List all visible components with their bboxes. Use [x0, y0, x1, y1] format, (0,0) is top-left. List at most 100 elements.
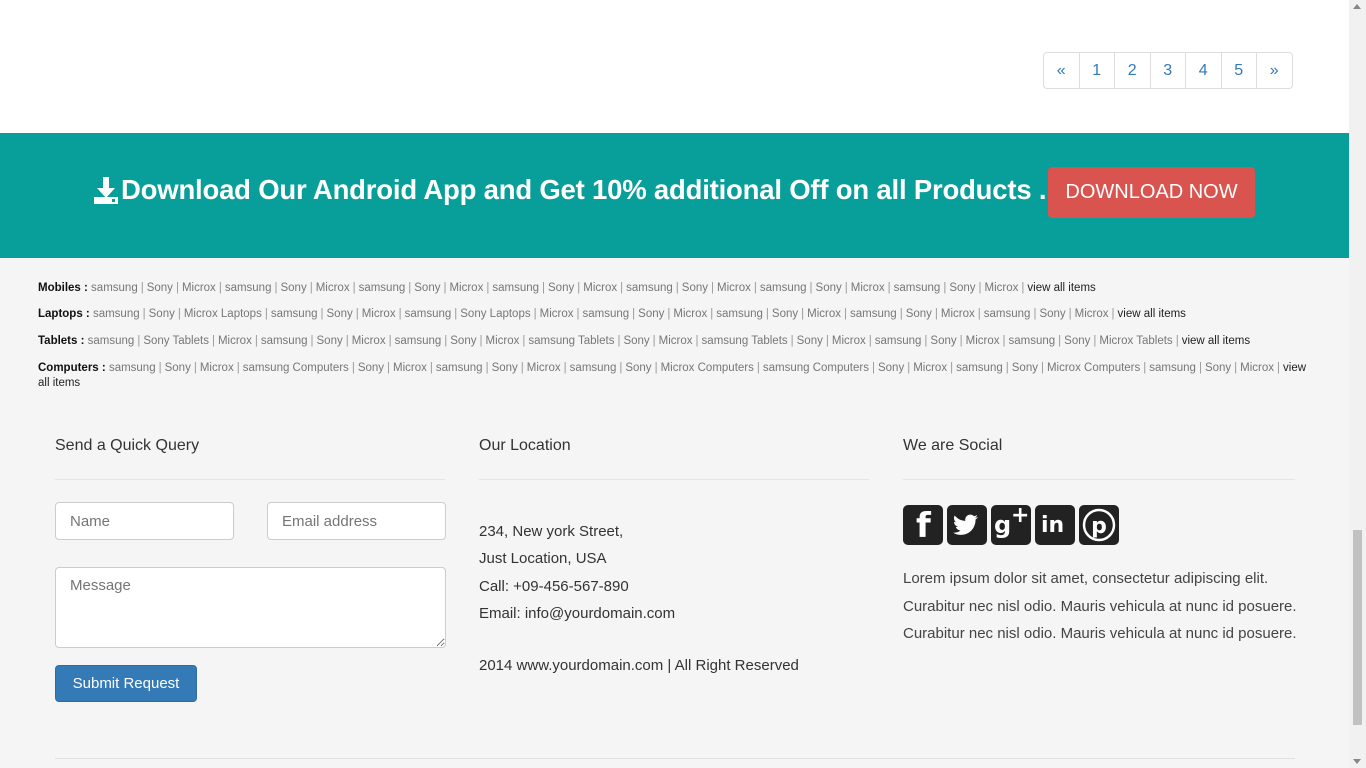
- scrollbar[interactable]: [1349, 0, 1366, 768]
- category-link[interactable]: Microx: [393, 362, 427, 374]
- view-all-link[interactable]: view all items: [1182, 335, 1250, 347]
- category-link[interactable]: Sony: [623, 335, 649, 347]
- category-link[interactable]: Microx Computers: [661, 362, 754, 374]
- scroll-down-icon[interactable]: [1353, 759, 1361, 764]
- pagination-page-2[interactable]: 2: [1114, 52, 1151, 89]
- category-link[interactable]: samsung: [1149, 362, 1196, 374]
- category-link[interactable]: Microx: [218, 335, 252, 347]
- category-link[interactable]: samsung: [570, 362, 617, 374]
- name-field[interactable]: [55, 502, 234, 540]
- category-link[interactable]: Sony: [816, 282, 842, 294]
- category-link[interactable]: Microx: [352, 335, 386, 347]
- category-link[interactable]: Microx: [1240, 362, 1274, 374]
- category-link[interactable]: Microx: [851, 282, 885, 294]
- category-link[interactable]: samsung Tablets: [528, 335, 614, 347]
- view-all-link[interactable]: view all items: [1027, 282, 1095, 294]
- category-link[interactable]: samsung Computers: [243, 362, 349, 374]
- category-link[interactable]: Microx: [807, 308, 841, 320]
- pagination-page-5[interactable]: 5: [1220, 52, 1257, 89]
- category-link[interactable]: samsung: [395, 335, 442, 347]
- category-link[interactable]: Microx: [673, 308, 707, 320]
- category-link[interactable]: samsung: [716, 308, 763, 320]
- category-link[interactable]: Sony: [414, 282, 440, 294]
- category-link[interactable]: Sony: [878, 362, 904, 374]
- category-link[interactable]: Microx: [527, 362, 561, 374]
- category-link[interactable]: Sony: [165, 362, 191, 374]
- category-link[interactable]: samsung: [225, 282, 272, 294]
- email-field[interactable]: [267, 502, 446, 540]
- twitter-icon[interactable]: [947, 505, 987, 545]
- category-link[interactable]: Sony: [797, 335, 823, 347]
- category-link[interactable]: samsung: [88, 335, 135, 347]
- category-link[interactable]: samsung: [359, 282, 406, 294]
- category-link[interactable]: samsung: [875, 335, 922, 347]
- category-link[interactable]: Microx: [540, 308, 574, 320]
- category-link[interactable]: Sony: [548, 282, 574, 294]
- category-link[interactable]: Sony: [1205, 362, 1231, 374]
- category-link[interactable]: Sony: [358, 362, 384, 374]
- pagination-page-3[interactable]: 3: [1149, 52, 1186, 89]
- category-link[interactable]: Sony Tablets: [143, 335, 209, 347]
- category-link[interactable]: samsung: [271, 308, 318, 320]
- category-link[interactable]: samsung: [436, 362, 483, 374]
- category-link[interactable]: Sony Laptops: [460, 308, 530, 320]
- category-link[interactable]: samsung: [261, 335, 308, 347]
- category-link[interactable]: Sony: [638, 308, 664, 320]
- category-link[interactable]: Sony: [682, 282, 708, 294]
- category-link[interactable]: Sony: [317, 335, 343, 347]
- category-link[interactable]: Sony: [1064, 335, 1090, 347]
- linkedin-icon[interactable]: in: [1035, 505, 1075, 545]
- category-link[interactable]: Microx Computers: [1047, 362, 1140, 374]
- category-link[interactable]: Microx: [913, 362, 947, 374]
- view-all-link[interactable]: view all items: [1118, 308, 1186, 320]
- category-link[interactable]: samsung: [894, 282, 941, 294]
- category-link[interactable]: Microx: [1075, 308, 1109, 320]
- category-link[interactable]: Sony: [1012, 362, 1038, 374]
- download-now-button[interactable]: DOWNLOAD NOW: [1048, 167, 1255, 218]
- category-link[interactable]: Microx: [316, 282, 350, 294]
- category-link[interactable]: Sony: [906, 308, 932, 320]
- category-link[interactable]: Microx Laptops: [184, 308, 262, 320]
- category-link[interactable]: Microx: [941, 308, 975, 320]
- category-link[interactable]: Sony: [492, 362, 518, 374]
- category-link[interactable]: Sony: [450, 335, 476, 347]
- category-link[interactable]: Microx: [182, 282, 216, 294]
- category-link[interactable]: Sony: [327, 308, 353, 320]
- category-link[interactable]: samsung: [626, 282, 673, 294]
- category-link[interactable]: samsung: [984, 308, 1031, 320]
- pagination-next[interactable]: »: [1256, 52, 1293, 89]
- category-link[interactable]: Microx: [485, 335, 519, 347]
- message-field[interactable]: [55, 567, 446, 648]
- category-link[interactable]: samsung: [405, 308, 452, 320]
- pinterest-icon[interactable]: p: [1079, 505, 1119, 545]
- category-link[interactable]: Microx: [832, 335, 866, 347]
- category-link[interactable]: samsung: [91, 282, 138, 294]
- category-link[interactable]: Microx: [659, 335, 693, 347]
- category-link[interactable]: Microx: [362, 308, 396, 320]
- category-link[interactable]: samsung Computers: [763, 362, 869, 374]
- category-link[interactable]: Sony: [147, 282, 173, 294]
- category-link[interactable]: Microx: [985, 282, 1019, 294]
- category-link[interactable]: Microx: [200, 362, 234, 374]
- category-link[interactable]: Microx: [449, 282, 483, 294]
- category-link[interactable]: Microx: [717, 282, 751, 294]
- category-link[interactable]: Microx: [583, 282, 617, 294]
- google-plus-icon[interactable]: g +: [991, 505, 1031, 545]
- category-link[interactable]: Sony: [772, 308, 798, 320]
- submit-request-button[interactable]: Submit Request: [55, 665, 197, 702]
- category-link[interactable]: Sony: [149, 308, 175, 320]
- category-link[interactable]: Microx: [966, 335, 1000, 347]
- category-link[interactable]: samsung: [492, 282, 539, 294]
- category-link[interactable]: Sony: [949, 282, 975, 294]
- scrollbar-thumb[interactable]: [1353, 530, 1362, 725]
- category-link[interactable]: samsung: [582, 308, 629, 320]
- category-link[interactable]: samsung: [760, 282, 807, 294]
- category-link[interactable]: samsung: [850, 308, 897, 320]
- pagination-page-4[interactable]: 4: [1185, 52, 1222, 89]
- category-link[interactable]: Sony: [930, 335, 956, 347]
- category-link[interactable]: samsung: [1009, 335, 1056, 347]
- scroll-up-icon[interactable]: [1353, 4, 1361, 9]
- category-link[interactable]: samsung: [956, 362, 1003, 374]
- category-link[interactable]: samsung: [109, 362, 156, 374]
- category-link[interactable]: Microx Tablets: [1099, 335, 1172, 347]
